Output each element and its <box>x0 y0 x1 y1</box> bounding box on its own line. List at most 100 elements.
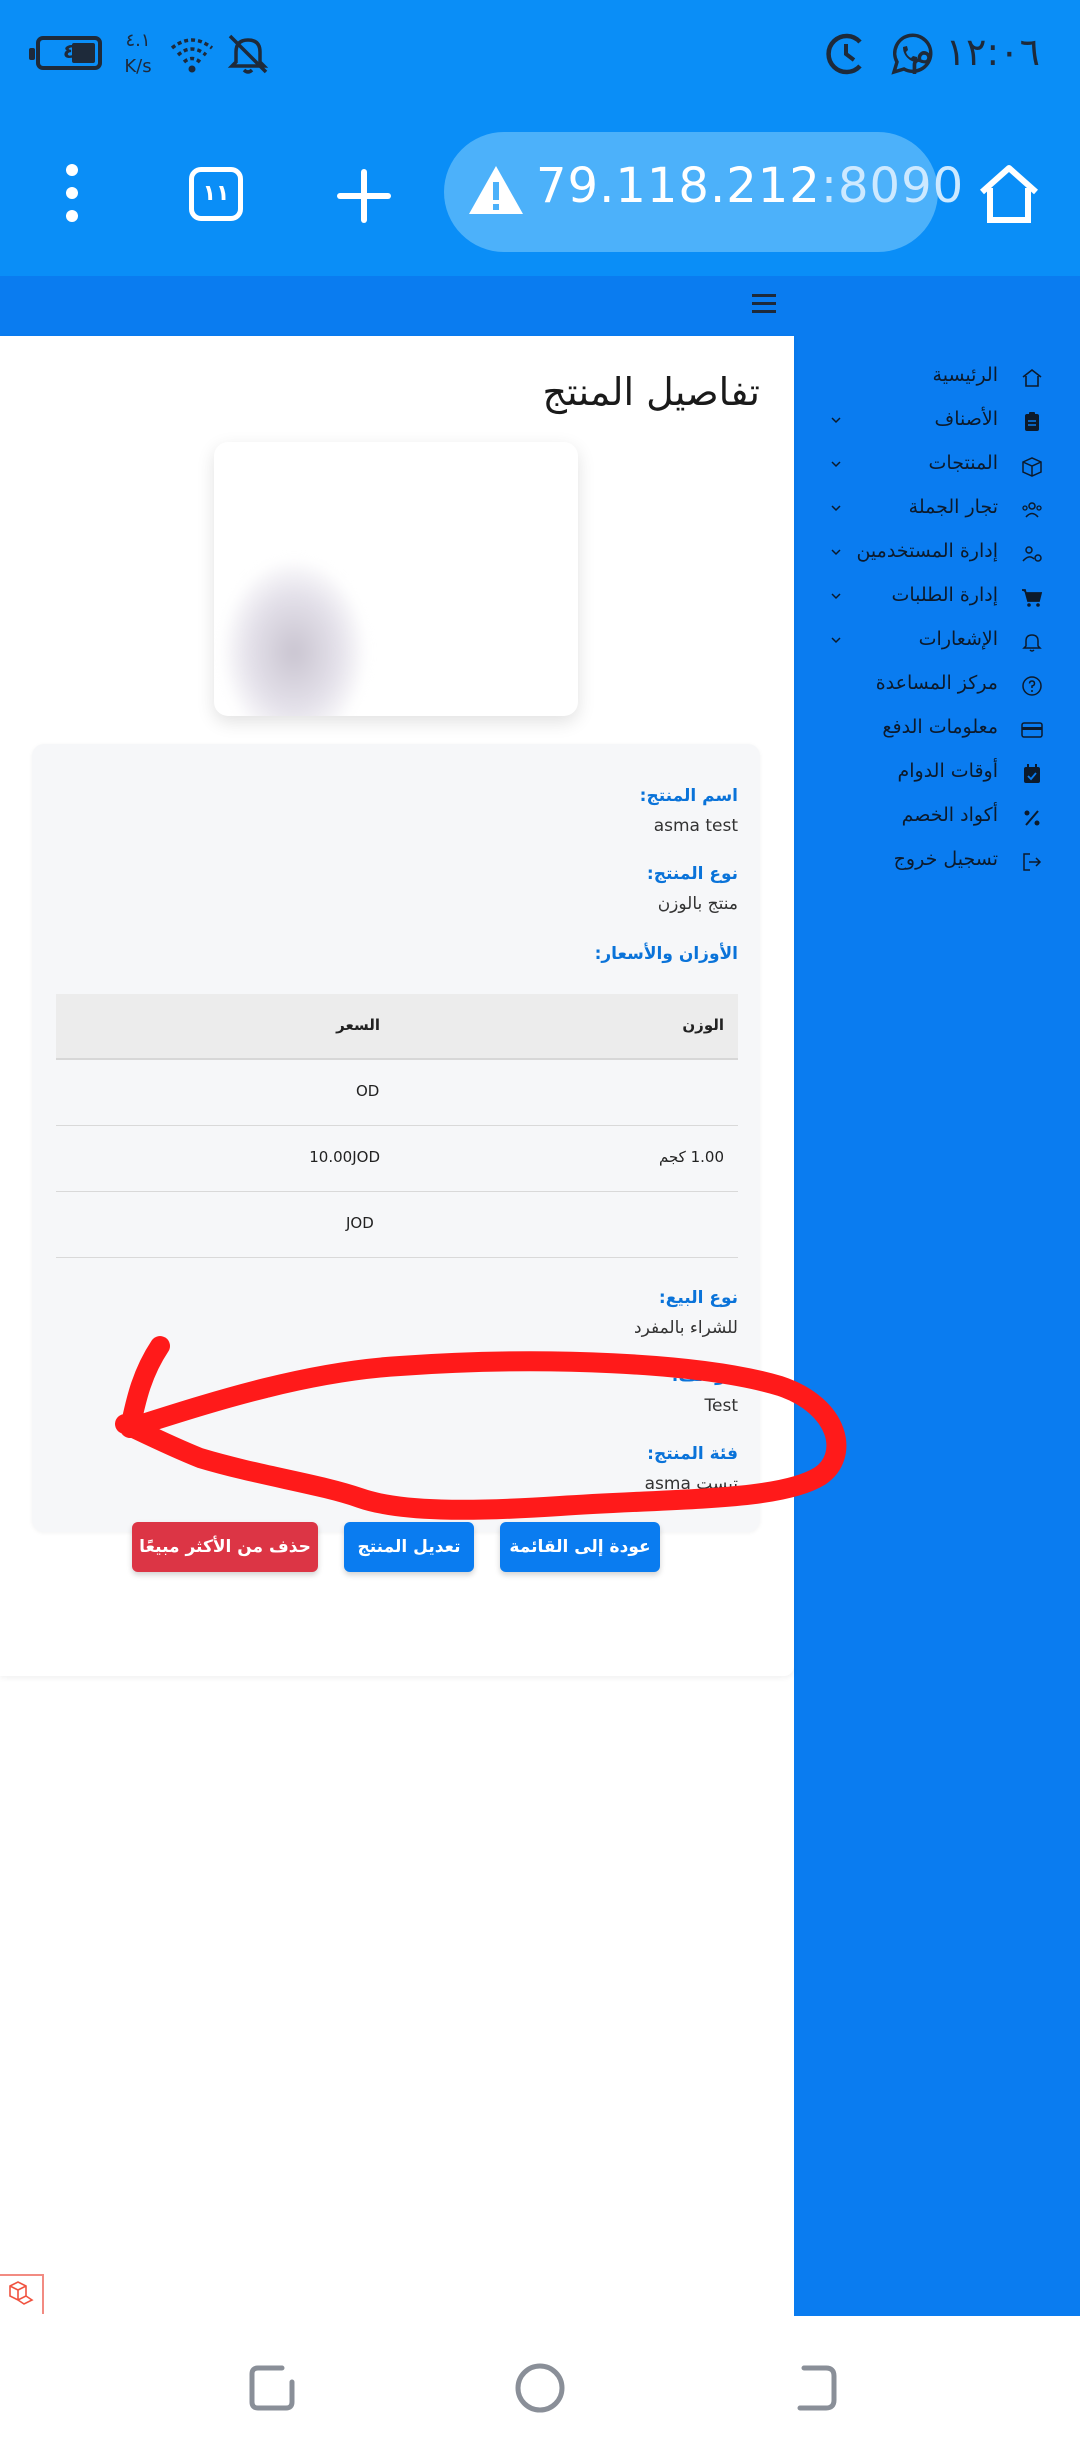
weight-cell: 1.00 كجم <box>659 1148 724 1166</box>
chevron-down-icon <box>831 549 841 556</box>
laravel-debugbar-icon[interactable] <box>0 2274 44 2314</box>
product-image <box>214 442 578 716</box>
sidebar-item-label: الأصناف <box>934 408 998 430</box>
sidebar-item-working-hours[interactable]: أوقات الدوام <box>794 754 1080 794</box>
sale-type-value: للشراء بالمفرد <box>634 1318 738 1338</box>
sidebar-item-label: معلومات الدفع <box>882 716 998 738</box>
system-nav-bar <box>0 2316 1080 2460</box>
address-bar[interactable]: 79.118.212:8090 <box>444 132 963 252</box>
recent-apps-icon[interactable] <box>244 2360 300 2416</box>
question-circle-icon <box>1022 676 1042 696</box>
users-cog-icon <box>1022 546 1042 562</box>
battery-level: ٤ <box>62 39 76 63</box>
sidebar-item-label: تجار الجملة <box>908 496 998 518</box>
box-icon <box>1022 457 1042 477</box>
home-nav-icon[interactable] <box>512 2360 568 2416</box>
net-speed-value: ٤.١ <box>125 30 151 51</box>
sidebar-item-label: الرئيسية <box>932 364 998 386</box>
product-type-value: منتج بالوزن <box>657 894 738 914</box>
credit-card-icon <box>1021 722 1043 738</box>
sidebar-item-label: مركز المساعدة <box>875 672 998 694</box>
calendar-icon <box>1024 764 1040 783</box>
weights-prices-label: الأوزان والأسعار: <box>594 944 738 964</box>
network-speed: ٤.١ K/s <box>118 28 158 80</box>
sidebar-item-label: المنتجات <box>928 452 998 474</box>
clock-app-icon <box>826 33 862 75</box>
back-to-list-button[interactable]: عودة إلى القائمة <box>500 1522 660 1572</box>
logout-icon <box>1023 853 1042 871</box>
bell-off-icon <box>227 34 269 74</box>
product-type-label: نوع المنتج: <box>646 864 738 884</box>
remove-best-seller-button[interactable]: حذف من الأكثر مبيعًا <box>132 1522 318 1572</box>
users-icon <box>1022 502 1042 518</box>
sidebar-item-discount-codes[interactable]: أكواد الخصم <box>794 798 1080 838</box>
sidebar-item-wholesalers[interactable]: تجار الجملة <box>794 490 1080 530</box>
url-host: 79.118.212 <box>536 158 821 214</box>
chevron-down-icon <box>831 593 841 600</box>
cart-icon <box>1022 589 1043 607</box>
browser-toolbar: ١١ 79.118.212:8090 <box>0 110 1080 276</box>
back-nav-icon[interactable] <box>786 2360 842 2416</box>
product-name-label: اسم المنتج: <box>639 786 738 806</box>
hamburger-menu-icon[interactable] <box>752 294 776 314</box>
sidebar-item-label: إدارة الطلبات <box>891 584 998 606</box>
sidebar-item-help-center[interactable]: مركز المساعدة <box>794 666 1080 706</box>
description-value: Test <box>704 1396 738 1416</box>
sidebar-item-user-management[interactable]: إدارة المستخدمين <box>794 534 1080 574</box>
sidebar-item-notifications[interactable]: الإشعارات <box>794 622 1080 662</box>
product-details-card: تفاصيل المنتج اسم المنتج: asma test نوع … <box>0 336 794 1676</box>
net-speed-unit: K/s <box>124 56 152 77</box>
table-row: 1.00 كجم 10.00JOD <box>56 1126 738 1192</box>
price-cell: 10.00JOD <box>309 1148 380 1166</box>
status-bar: ٤ ٤.١ K/s ١٢:٠٦ م <box>0 0 1080 110</box>
warning-icon[interactable] <box>466 162 526 218</box>
sidebar-item-label: إدارة المستخدمين <box>856 540 998 562</box>
chevron-down-icon <box>831 461 841 468</box>
phone-screen: ٤ ٤.١ K/s ١٢:٠٦ م ١١ 79.118.212:8090 الر… <box>0 0 1080 2460</box>
sale-type-label: نوع البيع: <box>658 1288 738 1308</box>
home-icon[interactable] <box>976 160 1042 226</box>
sidebar-item-label: أوقات الدوام <box>897 760 998 782</box>
web-page: الرئيسية الأصناف المنتجات تجار الجملة إد… <box>0 276 1080 2316</box>
sidebar-item-orders[interactable]: إدارة الطلبات <box>794 578 1080 618</box>
price-cell: JOD <box>346 1214 374 1232</box>
app-header <box>0 276 1080 336</box>
sidebar-item-label: الإشعارات <box>918 628 998 650</box>
sidebar-item-home[interactable]: الرئيسية <box>794 358 1080 398</box>
product-name-value: asma test <box>653 816 738 836</box>
description-label: الوصف: <box>671 1366 738 1386</box>
chevron-down-icon <box>831 417 841 424</box>
category-label: فئة المنتج: <box>647 1444 738 1464</box>
wifi-icon <box>170 38 214 73</box>
table-row: JOD <box>56 1192 738 1258</box>
page-title: تفاصيل المنتج <box>542 370 760 414</box>
price-cell: OD <box>356 1082 380 1100</box>
browser-menu-icon[interactable] <box>54 162 90 224</box>
url-port: :8090 <box>820 158 965 214</box>
sidebar-item-products[interactable]: المنتجات <box>794 446 1080 486</box>
battery-icon: ٤ <box>29 36 102 70</box>
sidebar-item-label: تسجيل خروج <box>893 848 998 870</box>
sidebar-item-payment-info[interactable]: معلومات الدفع <box>794 710 1080 750</box>
product-details-box: اسم المنتج: asma test نوع المنتج: منتج ب… <box>32 744 760 1532</box>
url-text[interactable]: 79.118.212:8090 <box>536 158 964 214</box>
chevron-down-icon <box>831 637 841 644</box>
column-header-weight: الوزن <box>682 1016 724 1034</box>
chevron-down-icon <box>831 505 841 512</box>
sidebar: الرئيسية الأصناف المنتجات تجار الجملة إد… <box>794 336 1080 2316</box>
clipboard-icon <box>1025 412 1039 431</box>
category-value: تيست asma <box>644 1474 738 1494</box>
column-header-price: السعر <box>336 1016 380 1034</box>
status-clock: ١٢:٠٦ م <box>909 30 1040 74</box>
bell-icon <box>1022 634 1042 652</box>
sidebar-item-logout[interactable]: تسجيل خروج <box>794 842 1080 882</box>
table-row: OD <box>56 1060 738 1126</box>
tab-switcher-button[interactable]: ١١ <box>189 167 243 221</box>
percent-icon <box>1024 810 1040 826</box>
sidebar-item-categories[interactable]: الأصناف <box>794 402 1080 442</box>
table-header: الوزن السعر <box>56 994 738 1060</box>
sidebar-item-label: أكواد الخصم <box>901 804 998 826</box>
edit-product-button[interactable]: تعديل المنتج <box>344 1522 474 1572</box>
new-tab-icon[interactable] <box>336 168 392 224</box>
home-icon <box>1022 368 1042 387</box>
